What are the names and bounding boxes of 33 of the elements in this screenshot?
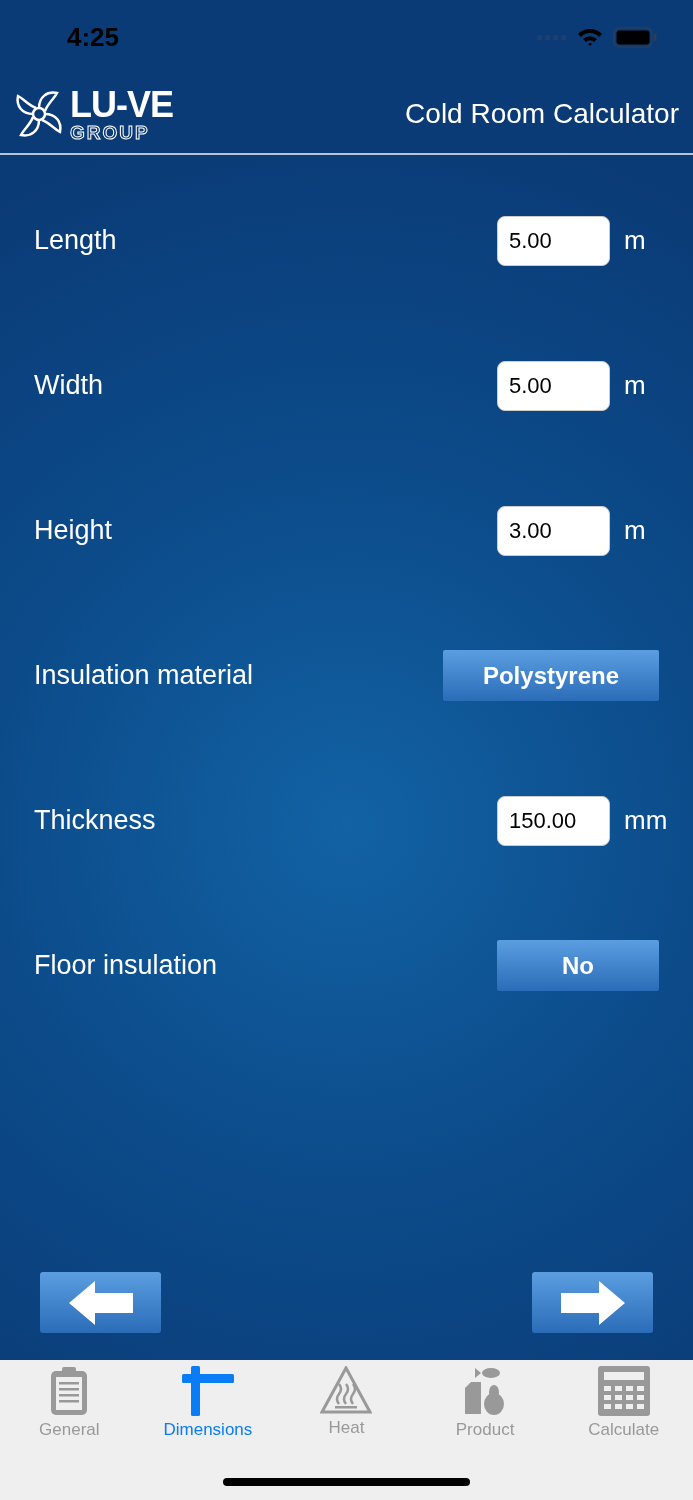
field-label: Thickness bbox=[34, 805, 156, 836]
unit-label: mm bbox=[624, 805, 668, 836]
right-arrow-icon bbox=[558, 1278, 627, 1327]
calculator-icon bbox=[597, 1366, 650, 1416]
unit-label: m bbox=[624, 225, 646, 256]
input-field[interactable]: 3.00 bbox=[497, 505, 610, 556]
toggle-button[interactable]: No bbox=[497, 940, 659, 991]
tab[interactable]: Heat bbox=[286, 1366, 407, 1438]
logo-text: LU-VE bbox=[70, 86, 173, 123]
logo-subtext: GROUP bbox=[70, 122, 151, 142]
field-label: Height bbox=[34, 515, 113, 546]
unit-label: m bbox=[624, 515, 646, 546]
input-field[interactable]: 150.00 bbox=[497, 795, 610, 846]
back-button[interactable] bbox=[40, 1272, 161, 1333]
input-field[interactable]: 5.00 bbox=[497, 360, 610, 411]
app-title: Cold Room Calculator bbox=[405, 98, 679, 130]
heat-warning-icon bbox=[320, 1366, 373, 1414]
input-field[interactable]: 5.00 bbox=[497, 215, 610, 266]
tab[interactable]: Dimensions bbox=[147, 1366, 268, 1440]
tab[interactable]: General bbox=[9, 1366, 130, 1440]
status-time: 4:25 bbox=[67, 22, 120, 53]
wifi-icon bbox=[577, 28, 603, 47]
field-label: Insulation material bbox=[34, 660, 254, 691]
tab[interactable]: Product bbox=[425, 1366, 546, 1440]
tab[interactable]: Calculate bbox=[563, 1366, 684, 1440]
material-button[interactable]: Polystyrene bbox=[443, 650, 659, 701]
battery-icon bbox=[613, 27, 657, 48]
unit-label: m bbox=[624, 370, 646, 401]
field-label: Floor insulation bbox=[34, 950, 218, 981]
field-label: Length bbox=[34, 225, 117, 256]
field-label: Width bbox=[34, 370, 104, 401]
clipboard-icon bbox=[49, 1366, 90, 1416]
next-button[interactable] bbox=[532, 1272, 653, 1333]
